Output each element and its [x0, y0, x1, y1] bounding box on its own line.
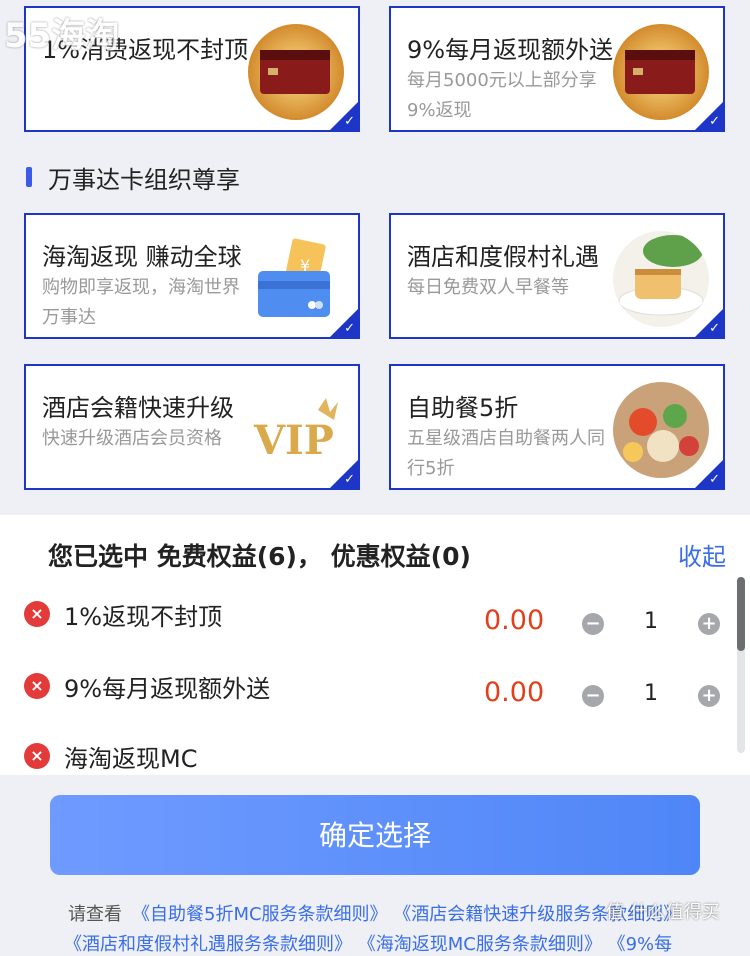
minus-icon[interactable]: − [582, 613, 604, 635]
card-desc: 每日免费双人早餐等 [407, 277, 569, 298]
card-desc: 每月5000元以上部分享9%返现 [407, 70, 597, 121]
card-title: 9%每月返现额外送 [407, 36, 614, 64]
selected-item-row: × 1%返现不封顶 0.00 − 1 + [0, 601, 750, 661]
plus-icon[interactable]: + [698, 613, 720, 635]
section-title: 万事达卡组织尊享 [48, 166, 240, 194]
selection-summary: 您已选中 免费权益(6)， 优惠权益(0) [48, 542, 471, 571]
check-icon: ✓ [709, 321, 720, 336]
watermark-smzdm: 值 什么值得买 [606, 902, 720, 923]
section-bar [26, 167, 32, 187]
confirm-button[interactable]: 确定选择 [50, 795, 700, 875]
check-icon: ✓ [709, 472, 720, 487]
benefit-card-haitao-cashback[interactable]: 海淘返现 赚动全球 购物即享返现，海淘世界万事达 ¥ ✓ [24, 213, 360, 339]
item-name: 1%返现不封顶 [64, 603, 223, 631]
remove-icon[interactable]: × [24, 673, 50, 699]
benefit-card-buffet[interactable]: 自助餐5折 五星级酒店自助餐两人同行5折 ✓ [389, 364, 725, 490]
check-icon: ✓ [344, 114, 355, 129]
card-desc: 五星级酒店自助餐两人同行5折 [407, 428, 605, 479]
check-icon: ✓ [344, 472, 355, 487]
check-icon: ✓ [344, 321, 355, 336]
selected-item-row: × 海淘返现MC [0, 743, 750, 775]
card-title: 自助餐5折 [407, 394, 519, 422]
card-desc: 快速升级酒店会员资格 [42, 428, 222, 449]
check-icon: ✓ [709, 114, 720, 129]
item-quantity: 1 [644, 681, 658, 706]
card-title: 海淘返现 赚动全球 [42, 243, 242, 271]
item-price: 0.00 [484, 605, 545, 636]
card-title: 酒店会籍快速升级 [42, 394, 234, 422]
remove-icon[interactable]: × [24, 601, 50, 627]
card-title: 酒店和度假村礼遇 [407, 243, 599, 271]
terms-link-buffet[interactable]: 《自助餐5折MC服务条款细则》 [132, 904, 388, 925]
plus-icon[interactable]: + [698, 685, 720, 707]
item-price: 0.00 [484, 677, 545, 708]
benefit-card-monthly-extra[interactable]: 9%每月返现额外送 每月5000元以上部分享9%返现 ✓ [389, 6, 725, 132]
selected-item-row: × 9%每月返现额外送 0.00 − 1 + [0, 673, 750, 733]
benefit-card-hotel-resort[interactable]: 酒店和度假村礼遇 每日免费双人早餐等 ✓ [389, 213, 725, 339]
svg-text:VIP: VIP [253, 417, 334, 464]
watermark-logo: 55海淘 [4, 16, 120, 56]
minus-icon[interactable]: − [582, 685, 604, 707]
selection-panel: 您已选中 免费权益(6)， 优惠权益(0) 收起 × 1%返现不封顶 0.00 … [0, 515, 750, 775]
collapse-button[interactable]: 收起 [678, 537, 726, 572]
card-desc: 购物即享返现，海淘世界万事达 [42, 277, 240, 328]
terms-link-haitao[interactable]: 《海淘返现MC服务条款细则》 [358, 934, 602, 955]
terms-lead: 请查看 [68, 904, 122, 925]
item-quantity: 1 [644, 609, 658, 634]
scrollbar[interactable] [737, 577, 745, 651]
benefit-card-hotel-upgrade[interactable]: 酒店会籍快速升级 快速升级酒店会员资格 VIP ✓ [24, 364, 360, 490]
terms-link-hotel-resort[interactable]: 《酒店和度假村礼遇服务条款细则》 [64, 934, 352, 955]
item-name: 9%每月返现额外送 [64, 675, 271, 703]
item-name: 海淘返现MC [64, 745, 198, 773]
terms-link-monthly[interactable]: 《9%每 [608, 934, 673, 955]
remove-icon[interactable]: × [24, 743, 50, 769]
